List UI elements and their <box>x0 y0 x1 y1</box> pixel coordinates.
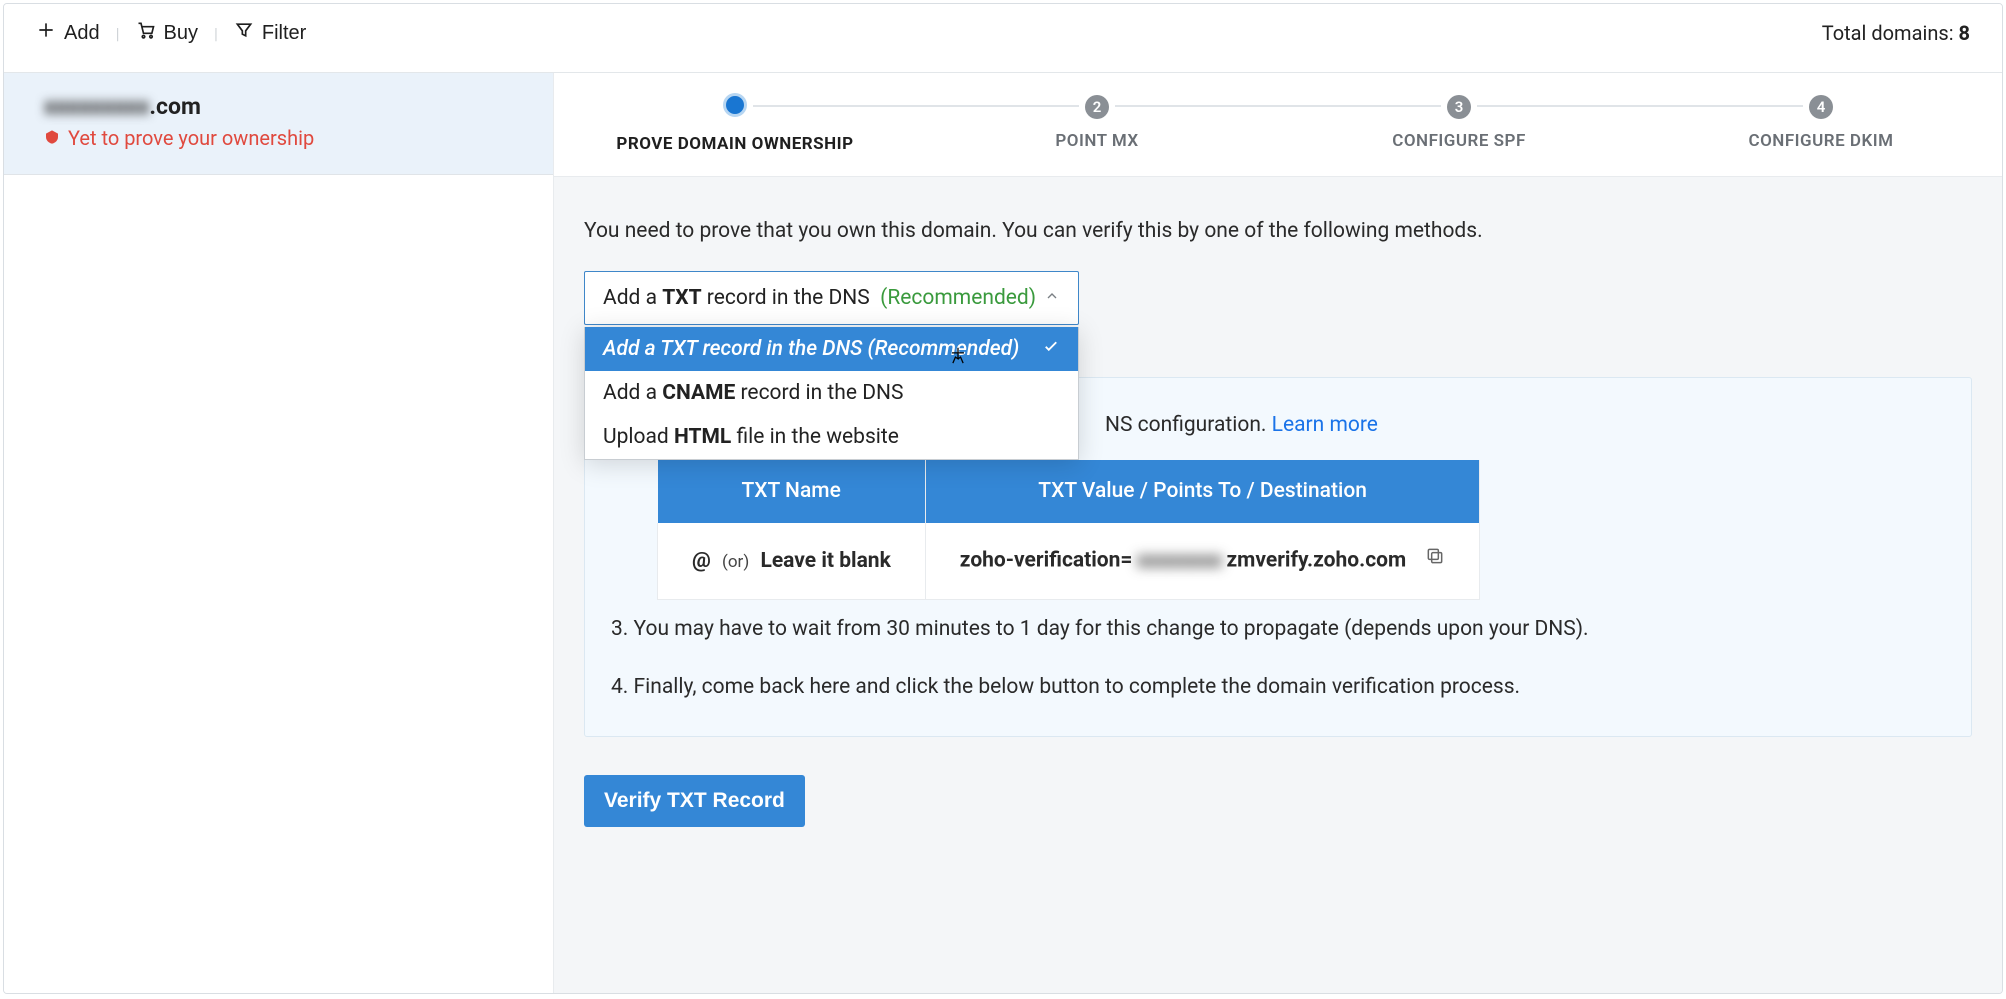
step-configure-spf[interactable]: 3 CONFIGURE SPF <box>1278 73 1640 176</box>
filter-icon <box>234 20 254 46</box>
txt-value-cell: zoho-verification=xxxxxxxxzmverify.zoho.… <box>925 523 1480 600</box>
step-label: POINT MX <box>916 131 1278 151</box>
chevron-up-icon <box>1044 286 1060 310</box>
check-icon <box>1042 337 1060 361</box>
verify-txt-button[interactable]: Verify TXT Record <box>584 775 805 827</box>
warning-icon <box>44 126 60 150</box>
step-circle <box>723 93 747 117</box>
cart-icon <box>136 20 156 46</box>
add-button[interactable]: Add <box>36 20 100 46</box>
table-row: @ (or) Leave it blank zoho-verification=… <box>658 523 1480 600</box>
txt-record-table: TXT Name TXT Value / Points To / Destina… <box>657 460 1480 601</box>
th-txt-value: TXT Value / Points To / Destination <box>925 460 1480 524</box>
sidebar: xxxxxxxxx.com Yet to prove your ownershi… <box>4 73 554 993</box>
step-label: CONFIGURE DKIM <box>1640 131 2002 151</box>
step-circle: 2 <box>1085 95 1109 119</box>
learn-more-link[interactable]: Learn more <box>1272 413 1378 437</box>
step-prove-ownership[interactable]: PROVE DOMAIN OWNERSHIP <box>554 73 916 176</box>
add-label: Add <box>64 22 100 45</box>
domain-card[interactable]: xxxxxxxxx.com Yet to prove your ownershi… <box>4 73 553 175</box>
total-domains: Total domains: 8 <box>1822 21 1970 45</box>
step-circle: 3 <box>1447 95 1471 119</box>
step-configure-dkim[interactable]: 4 CONFIGURE DKIM <box>1640 73 2002 176</box>
stepper: PROVE DOMAIN OWNERSHIP 2 POINT MX 3 CONF… <box>554 73 2002 177</box>
dropdown-list: Add a TXT record in the DNS (Recommended… <box>584 327 1079 460</box>
dropdown-option-cname[interactable]: Add a CNAME record in the DNS <box>585 371 1078 415</box>
step-label: CONFIGURE SPF <box>1278 131 1640 151</box>
buy-label: Buy <box>164 22 198 45</box>
domain-name: xxxxxxxxx.com <box>44 93 513 120</box>
total-label: Total domains: <box>1822 21 1959 45</box>
filter-label: Filter <box>262 22 306 45</box>
content: PROVE DOMAIN OWNERSHIP 2 POINT MX 3 CONF… <box>554 73 2002 993</box>
filter-button[interactable]: Filter <box>234 20 306 46</box>
dropdown-option-html[interactable]: Upload HTML file in the website <box>585 415 1078 459</box>
txt-name-cell: @ (or) Leave it blank <box>658 523 926 600</box>
status-label: Yet to prove your ownership <box>68 126 314 150</box>
separator: | <box>214 24 218 43</box>
line-4: 4. Finally, come back here and click the… <box>611 670 1941 706</box>
domain-status: Yet to prove your ownership <box>44 126 513 150</box>
step-point-mx[interactable]: 2 POINT MX <box>916 73 1278 176</box>
separator: | <box>116 24 120 43</box>
plus-icon <box>36 20 56 46</box>
step-label: PROVE DOMAIN OWNERSHIP <box>554 134 916 154</box>
buy-button[interactable]: Buy <box>136 20 198 46</box>
th-txt-name: TXT Name <box>658 460 926 524</box>
top-toolbar: Add | Buy | Filter Total domains: 8 <box>4 4 2002 73</box>
verify-method-dropdown[interactable]: Add a TXT record in the DNS (Recommended… <box>584 271 1079 325</box>
copy-icon[interactable] <box>1425 543 1445 579</box>
dropdown-option-txt[interactable]: Add a TXT record in the DNS (Recommended… <box>585 327 1078 371</box>
intro-text: You need to prove that you own this doma… <box>584 219 1972 243</box>
total-count: 8 <box>1959 21 1970 45</box>
line-3: 3. You may have to wait from 30 minutes … <box>611 612 1941 648</box>
step-circle: 4 <box>1809 95 1833 119</box>
